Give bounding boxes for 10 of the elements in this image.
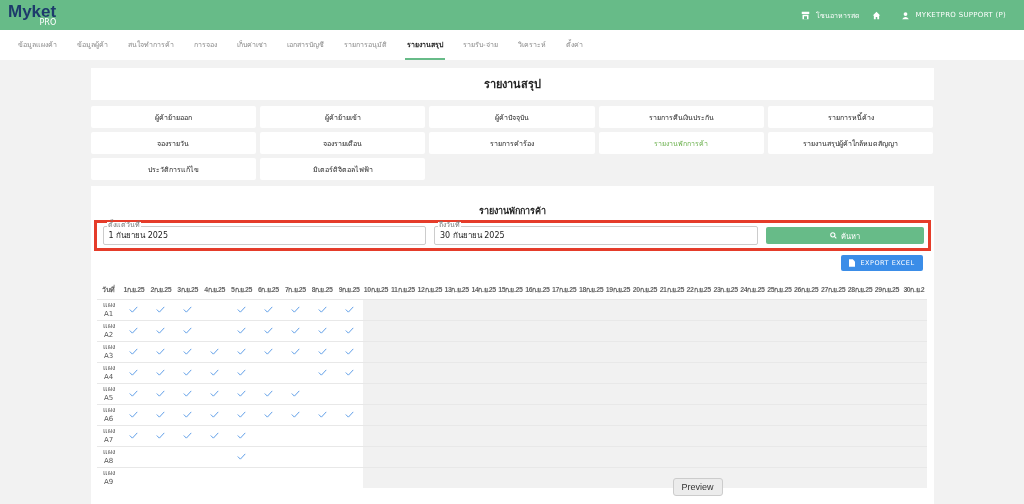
page-title: รายงานสรุป — [483, 77, 541, 93]
logo-subtitle: PRO — [39, 19, 57, 27]
store-icon — [800, 10, 810, 20]
user-icon — [900, 10, 910, 20]
report-title: รายงานพักการค้า — [477, 205, 547, 218]
search-icon — [829, 232, 837, 239]
home-icon[interactable] — [871, 10, 881, 20]
preview-tooltip: Preview — [672, 478, 723, 496]
file-icon — [849, 259, 856, 267]
logo-text[interactable]: Myket — [8, 3, 57, 20]
